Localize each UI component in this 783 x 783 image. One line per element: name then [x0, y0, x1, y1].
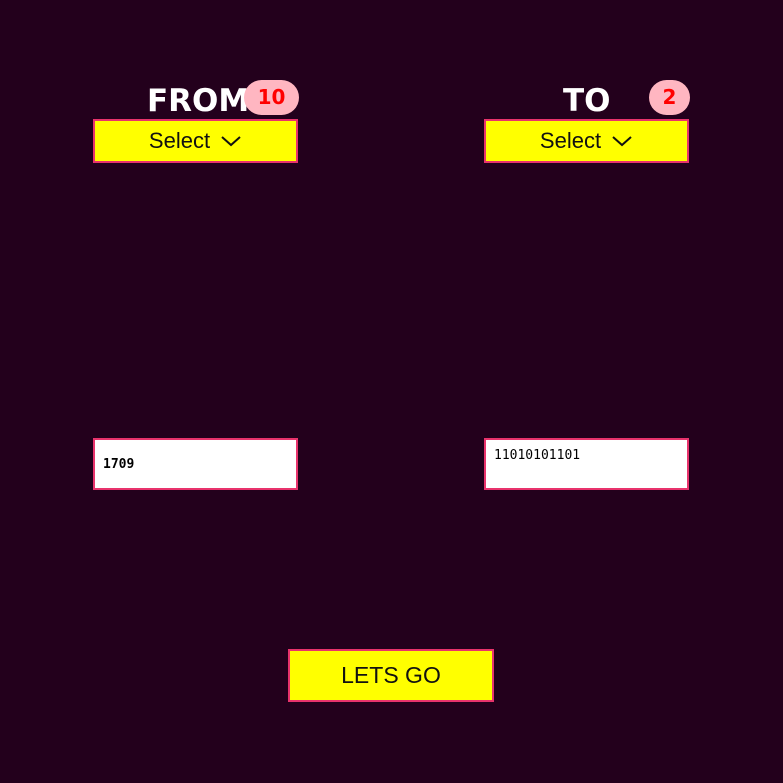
- lets-go-button[interactable]: LETS GO: [288, 649, 494, 702]
- to-base-badge: 2: [649, 80, 690, 115]
- to-title: TO: [563, 83, 611, 119]
- to-result-output[interactable]: 11010101101: [484, 438, 689, 490]
- chevron-down-icon: [611, 134, 633, 148]
- from-base-badge: 10: [244, 80, 299, 115]
- from-select-label: Select: [148, 128, 211, 153]
- from-base-select[interactable]: Select: [93, 119, 298, 163]
- from-number-input[interactable]: [93, 438, 298, 490]
- to-base-select[interactable]: Select: [484, 119, 689, 163]
- chevron-down-icon: [220, 134, 242, 148]
- to-select-label: Select: [539, 128, 602, 153]
- from-title: FROM: [147, 83, 250, 119]
